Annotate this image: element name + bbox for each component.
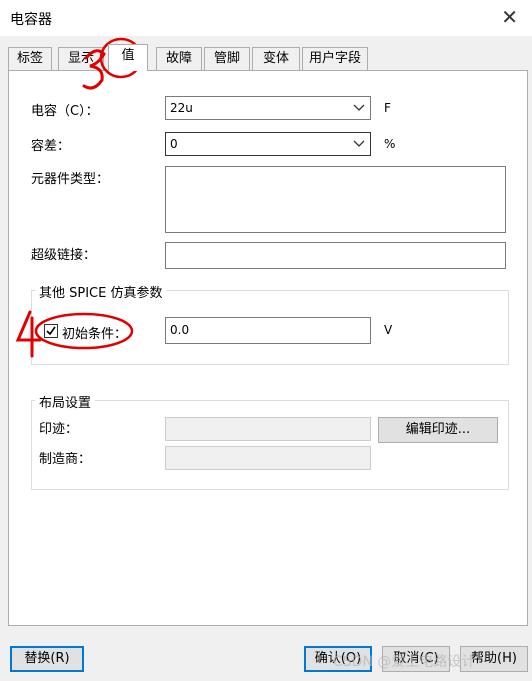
footprint-field[interactable] — [165, 417, 371, 441]
title-bar: 电容器 ✕ — [0, 0, 532, 36]
manufacturer-field[interactable] — [165, 446, 371, 470]
tolerance-unit: % — [384, 137, 396, 151]
tolerance-value: 0 — [170, 137, 178, 151]
tab-pins[interactable]: 管脚 — [204, 47, 250, 70]
spice-group-title: 其他 SPICE 仿真参数 — [35, 282, 167, 301]
capacitance-select[interactable]: 22u — [165, 96, 371, 120]
component-type-label: 元器件类型： — [31, 172, 110, 187]
tolerance-select[interactable]: 0 — [165, 132, 371, 156]
tolerance-label: 容差： — [31, 139, 71, 154]
tab-variant[interactable]: 变体 — [252, 47, 300, 70]
tab-label[interactable]: 标签 — [8, 47, 52, 70]
hyperlink-label: 超级链接： — [31, 248, 97, 263]
manufacturer-label: 制造商： — [39, 452, 92, 467]
chevron-down-icon — [353, 104, 365, 111]
window-title: 电容器 — [10, 12, 52, 28]
layout-group-title: 布局设置 — [35, 392, 96, 411]
capacitance-label: 电容（C）： — [31, 104, 99, 119]
capacitance-unit: F — [384, 101, 391, 115]
initial-condition-checkbox[interactable] — [44, 324, 58, 338]
edit-footprint-button[interactable]: 编辑印迹... — [378, 417, 498, 443]
chevron-down-icon — [353, 140, 365, 147]
capacitance-value: 22u — [170, 101, 193, 115]
tab-value[interactable]: 值 — [108, 44, 148, 71]
replace-button[interactable]: 替换(R) — [10, 646, 84, 672]
checkmark-icon — [46, 326, 56, 336]
tab-fault[interactable]: 故障 — [156, 47, 202, 70]
watermark: CSDN @爱上电路设计 — [333, 654, 476, 670]
layout-settings-group — [31, 400, 509, 490]
initial-condition-label: 初始条件： — [62, 327, 128, 342]
component-type-field[interactable] — [165, 166, 506, 233]
initial-condition-unit: V — [384, 323, 393, 337]
close-icon[interactable]: ✕ — [501, 5, 518, 29]
tab-display[interactable]: 显示 — [58, 47, 104, 70]
initial-condition-field[interactable]: 0.0 — [165, 317, 371, 344]
tab-user-fields[interactable]: 用户字段 — [302, 47, 368, 70]
hyperlink-field[interactable] — [165, 242, 506, 269]
footprint-label: 印迹： — [39, 422, 79, 437]
